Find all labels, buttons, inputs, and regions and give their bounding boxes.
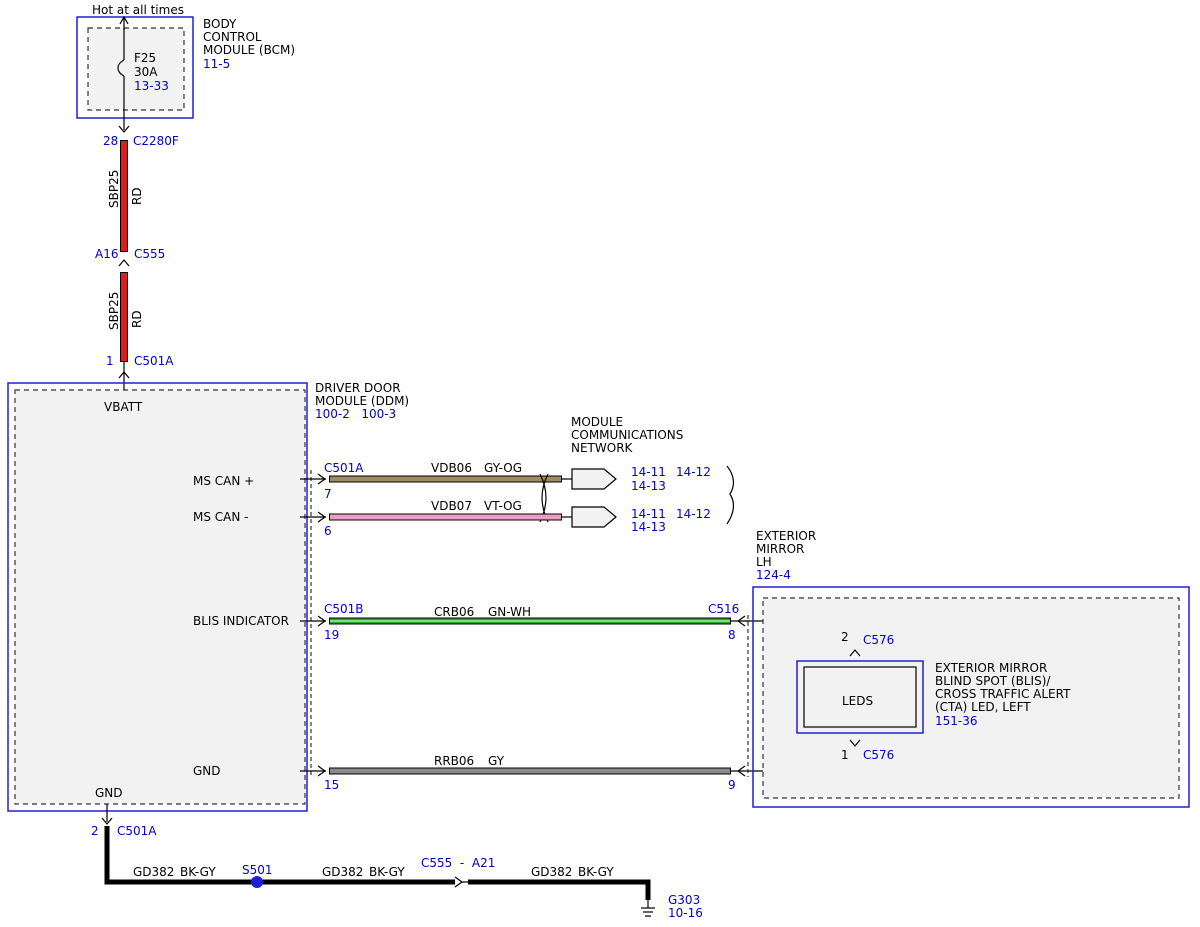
hot-label: Hot at all times: [92, 3, 184, 17]
g303-label[interactable]: G303: [668, 893, 700, 907]
c576-top-label[interactable]: C576: [863, 633, 894, 647]
wiring-diagram: Hot at all times BODY CONTROL MODULE (BC…: [7, 3, 1190, 920]
c576-bottom-label[interactable]: C576: [863, 748, 894, 762]
c501a-gnd-label[interactable]: C501A: [117, 824, 157, 838]
pin-a16: A16: [95, 247, 118, 261]
sbp25-color-1: RD: [130, 187, 144, 205]
led-name-2: BLIND SPOT (BLIS)/: [935, 674, 1051, 688]
pin-8: 8: [728, 628, 736, 642]
wire-gd382-2[interactable]: [468, 879, 651, 900]
leds-label: LEDS: [842, 694, 873, 708]
mirror-name-2: MIRROR: [756, 542, 804, 556]
minus-ref-c[interactable]: 14-13: [631, 520, 666, 534]
pin-28: 28: [103, 134, 118, 148]
minus-ref-a[interactable]: 14-11: [631, 507, 666, 521]
rrb06-color: GY: [488, 754, 505, 768]
sbp25-circuit-1: SBP25: [107, 170, 121, 208]
rrb06-circuit: RRB06: [434, 754, 474, 768]
vdb07-circuit: VDB07: [431, 499, 472, 513]
vdb06-circuit: VDB06: [431, 461, 472, 475]
pin-15: 15: [324, 778, 339, 792]
splice-s501-label[interactable]: S501: [242, 863, 273, 877]
mirror-name-1: EXTERIOR: [756, 529, 816, 543]
c576-top-pin: 2: [841, 630, 849, 644]
bcm-ref[interactable]: 11-5: [203, 57, 230, 71]
gnd-label: GND: [193, 764, 221, 778]
pin-6: 6: [324, 524, 332, 538]
fuse-ref[interactable]: 13-33: [134, 79, 169, 93]
g303-ref[interactable]: 10-16: [668, 906, 703, 920]
network-arrow-plus-icon[interactable]: [571, 468, 617, 490]
led-ref[interactable]: 151-36: [935, 714, 978, 728]
c555-a21-label[interactable]: C555 - A21: [421, 856, 495, 870]
vdb06-color: GY-OG: [484, 461, 522, 475]
crb06-color: GN-WH: [488, 605, 531, 619]
pin-1: 1: [106, 354, 114, 368]
c501b-label[interactable]: C501B: [324, 602, 364, 616]
gd382-circuit-1: GD382: [133, 865, 174, 879]
c501a-top-label[interactable]: C501A: [134, 354, 174, 368]
led-name-3: CROSS TRAFFIC ALERT: [935, 687, 1071, 701]
c2280f-label[interactable]: C2280F: [133, 134, 179, 148]
c555-gnd-connector-icon: [454, 876, 464, 888]
network-brace-icon: [726, 465, 734, 525]
c501a-can-label[interactable]: C501A: [324, 461, 364, 475]
bcm-name-3: MODULE (BCM): [203, 43, 295, 57]
gd382-color-3: BK-GY: [578, 865, 614, 879]
ms-can-plus-label: MS CAN +: [193, 474, 254, 488]
gd382-color-2: BK-GY: [369, 865, 405, 879]
ddm-refs[interactable]: 100-2 100-3: [315, 407, 396, 421]
mirror-name-3: LH: [756, 555, 772, 569]
gd382-color-1: BK-GY: [180, 865, 216, 879]
gd382-circuit-3: GD382: [531, 865, 572, 879]
ms-can-minus-label: MS CAN -: [193, 510, 249, 524]
bcm-name-1: BODY: [203, 17, 237, 31]
bcm-name-2: CONTROL: [203, 30, 262, 44]
sbp25-color-2: RD: [130, 310, 144, 328]
gnd-bottom-label: GND: [95, 786, 123, 800]
ground-symbol-icon: [641, 900, 655, 917]
blis-indicator-label: BLIS INDICATOR: [193, 614, 289, 628]
splice-s501-icon[interactable]: [251, 876, 263, 888]
gnd-pin-2: 2: [91, 824, 99, 838]
plus-ref-b[interactable]: 14-12: [676, 465, 711, 479]
plus-ref-c[interactable]: 14-13: [631, 479, 666, 493]
fuse-name: F25: [134, 51, 156, 65]
mirror-ref[interactable]: 124-4: [756, 568, 791, 582]
gd382-circuit-2: GD382: [322, 865, 363, 879]
network-name-3: NETWORK: [571, 441, 634, 455]
fuse-rating: 30A: [134, 65, 158, 79]
pin-7: 7: [324, 487, 332, 501]
vbatt-label: VBATT: [104, 400, 143, 414]
pin-19: 19: [324, 628, 339, 642]
ddm-inner: [14, 389, 306, 805]
ddm-name-2: MODULE (DDM): [315, 394, 409, 408]
plus-ref-a[interactable]: 14-11: [631, 465, 666, 479]
c516-label[interactable]: C516: [708, 602, 739, 616]
network-name-1: MODULE: [571, 415, 623, 429]
minus-ref-b[interactable]: 14-12: [676, 507, 711, 521]
c555-label[interactable]: C555: [134, 247, 165, 261]
led-name-1: EXTERIOR MIRROR: [935, 661, 1047, 675]
c555-connector-icon: [118, 259, 130, 267]
pin-9: 9: [728, 778, 736, 792]
ddm-name-1: DRIVER DOOR: [315, 381, 401, 395]
led-name-4: (CTA) LED, LEFT: [935, 700, 1031, 714]
network-arrow-minus-icon[interactable]: [571, 506, 617, 528]
c576-bottom-pin: 1: [841, 748, 849, 762]
sbp25-circuit-2: SBP25: [107, 292, 121, 330]
network-name-2: COMMUNICATIONS: [571, 428, 683, 442]
vdb07-color: VT-OG: [484, 499, 522, 513]
crb06-circuit: CRB06: [434, 605, 474, 619]
